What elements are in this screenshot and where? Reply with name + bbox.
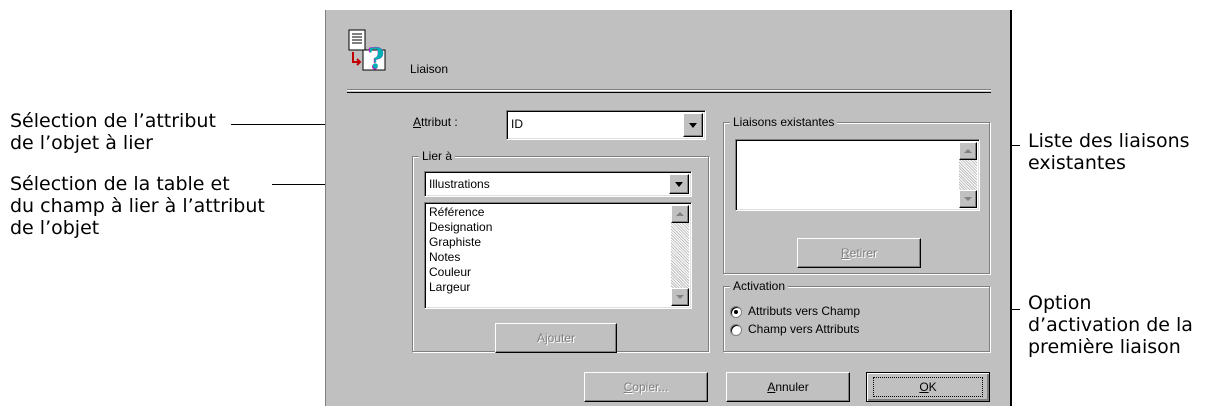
attribut-label: Attribut :: [413, 115, 458, 129]
separator: [347, 90, 991, 91]
attribut-value: ID: [511, 117, 523, 131]
cancel-button[interactable]: Annuler: [726, 372, 850, 402]
callout-text: Option: [1028, 292, 1092, 314]
callout-text: Liste des liaisons: [1028, 130, 1190, 152]
radio-dot: [734, 310, 738, 314]
separator: [347, 92, 991, 93]
remove-button-label: Retirer: [840, 246, 877, 260]
chevron-down-icon: [964, 197, 972, 201]
callout-text: première liaison: [1028, 336, 1181, 358]
scroll-up-button[interactable]: [671, 205, 689, 223]
list-item[interactable]: Référence: [429, 205, 484, 220]
focus-rect: [873, 377, 983, 397]
add-button-label: Ajouter: [536, 331, 576, 345]
callout-text: de l’objet: [10, 217, 100, 239]
list-item[interactable]: Couleur: [429, 265, 471, 280]
scroll-down-button[interactable]: [671, 288, 689, 306]
remove-button[interactable]: Retirer: [797, 238, 921, 268]
chevron-down-icon: [675, 182, 683, 187]
radio-champ-vers-attributs[interactable]: Champ vers Attributs: [730, 322, 930, 338]
activation-legend: Activation: [730, 279, 789, 293]
table-value: Illustrations: [429, 177, 490, 191]
chevron-down-icon: [676, 295, 684, 299]
callout-liste: Liste des liaisons existantes: [1028, 130, 1190, 174]
copy-button-label: Copier...: [623, 380, 669, 394]
list-item[interactable]: Designation: [429, 220, 492, 235]
radio-label: Attributs vers Champ: [748, 304, 861, 318]
callout-text: Sélection de la table et: [10, 173, 230, 195]
callout-text: de l’objet à lier: [10, 132, 153, 154]
liaisons-group: Liaisons existantes Retirer: [723, 115, 990, 274]
callout-text: d’activation de la: [1028, 314, 1193, 336]
radio-label: Champ vers Attributs: [748, 322, 860, 336]
lier-a-legend: Lier à: [419, 149, 456, 163]
link-help-icon: ? ?: [347, 28, 391, 77]
table-combo[interactable]: Illustrations: [424, 171, 692, 197]
svg-text:?: ?: [368, 42, 384, 72]
liaisons-legend: Liaisons existantes: [730, 115, 838, 129]
chevron-down-icon: [689, 123, 697, 128]
liaison-dialog: ? ? Liaison Attribut : ID Lier à Illustr…: [325, 10, 1012, 406]
chevron-up-icon: [676, 212, 684, 216]
table-dropdown-button[interactable]: [669, 174, 689, 194]
dialog-title: Liaison: [410, 62, 449, 76]
attribut-combo[interactable]: ID: [506, 110, 706, 140]
field-list[interactable]: Référence Designation Graphiste Notes Co…: [424, 202, 692, 309]
radio-button[interactable]: [730, 324, 742, 336]
scroll-up-button[interactable]: [959, 142, 977, 160]
activation-group: Activation Attributs vers Champ Champ ve…: [723, 279, 990, 352]
callout-attribut: Sélection de l’attribut de l’objet à lie…: [10, 110, 216, 154]
lier-a-group: Lier à Illustrations Référence Designati…: [412, 149, 709, 353]
liaisons-list[interactable]: [735, 139, 980, 211]
add-button[interactable]: Ajouter: [495, 323, 617, 353]
callout-text: du champ à lier à l’attribut: [10, 195, 265, 217]
list-item[interactable]: Notes: [429, 250, 460, 265]
scroll-down-button[interactable]: [959, 190, 977, 208]
copy-button[interactable]: Copier...: [584, 372, 708, 402]
callout-table: Sélection de la table et du champ à lier…: [10, 173, 265, 239]
callout-option: Option d’activation de la première liais…: [1028, 292, 1193, 358]
attribut-dropdown-button[interactable]: [683, 113, 703, 137]
radio-attributs-vers-champ[interactable]: Attributs vers Champ: [730, 304, 930, 320]
callout-text: existantes: [1028, 152, 1126, 174]
list-item[interactable]: Graphiste: [429, 235, 481, 250]
radio-button-selected[interactable]: [730, 306, 742, 318]
chevron-up-icon: [964, 149, 972, 153]
cancel-button-label: Annuler: [767, 380, 809, 394]
list-item[interactable]: Largeur: [429, 280, 470, 295]
callout-text: Sélection de l’attribut: [10, 110, 216, 132]
ok-button[interactable]: OK: [866, 372, 990, 402]
